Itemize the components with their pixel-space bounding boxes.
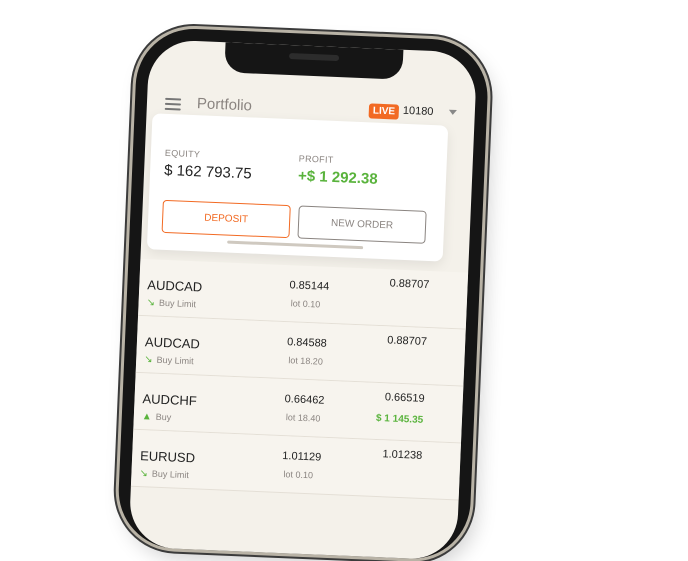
account-number[interactable]: 10180: [403, 105, 434, 118]
order-type-label: Buy Limit: [151, 468, 190, 481]
new-order-button[interactable]: NEW ORDER: [297, 205, 427, 244]
live-badge: LIVE: [368, 103, 400, 120]
order-type: ↘ Buy Limit: [139, 468, 189, 481]
order-price: 0.84588: [286, 336, 328, 350]
order-lot: lot 18.20: [288, 355, 324, 367]
order-type-label: Buy: [155, 411, 172, 423]
order-lot: lot 18.40: [285, 412, 321, 424]
account-summary-card: EQUITY $ 162 793.75 PROFIT +$ 1 292.38 D…: [146, 113, 449, 262]
speaker-grille: [288, 52, 340, 62]
current-price: 1.01238: [382, 448, 423, 462]
order-type: ▲ Buy: [142, 411, 172, 423]
hamburger-menu-icon[interactable]: [164, 97, 182, 111]
trend-arrow-icon: ↘: [139, 468, 149, 480]
chevron-down-icon[interactable]: [448, 109, 457, 116]
order-symbol: AUDCAD: [147, 277, 203, 295]
equity-label: EQUITY: [164, 147, 201, 160]
drag-handle[interactable]: [227, 240, 364, 250]
order-type: ↘ Buy Limit: [146, 297, 196, 310]
current-price: 0.88707: [386, 334, 428, 348]
triangle-up-icon: ▲: [141, 411, 152, 423]
profit-value: +$ 1 292.38: [297, 167, 378, 188]
order-type: ↘ Buy Limit: [144, 354, 194, 367]
order-price: 1.01129: [282, 450, 322, 464]
order-profit: $ 1 145.35: [375, 412, 424, 426]
order-symbol: AUDCAD: [144, 334, 201, 352]
trend-arrow-icon: ↘: [146, 297, 156, 309]
equity-value: $ 162 793.75: [163, 161, 253, 183]
order-price: 0.85144: [289, 279, 330, 293]
order-lot: lot 0.10: [283, 469, 314, 481]
profit-label: PROFIT: [298, 153, 334, 165]
order-symbol: AUDCHF: [142, 391, 198, 409]
app-screen: Portfolio LIVE 10180 EQUITY $ 162 793.75…: [128, 39, 478, 561]
order-lot: lot 0.10: [290, 298, 321, 310]
phone-frame: Portfolio LIVE 10180 EQUITY $ 162 793.75…: [116, 26, 490, 561]
order-type-label: Buy Limit: [158, 297, 197, 310]
order-symbol: EURUSD: [139, 448, 196, 466]
order-price: 0.66462: [284, 393, 325, 407]
current-price: 0.66519: [384, 391, 425, 405]
deposit-button[interactable]: DEPOSIT: [161, 199, 291, 239]
current-price: 0.88707: [389, 277, 430, 292]
order-type-label: Buy Limit: [156, 354, 194, 367]
phone-notch: [224, 42, 404, 80]
page-title: Portfolio: [196, 95, 253, 115]
trend-arrow-icon: ↘: [143, 354, 153, 366]
